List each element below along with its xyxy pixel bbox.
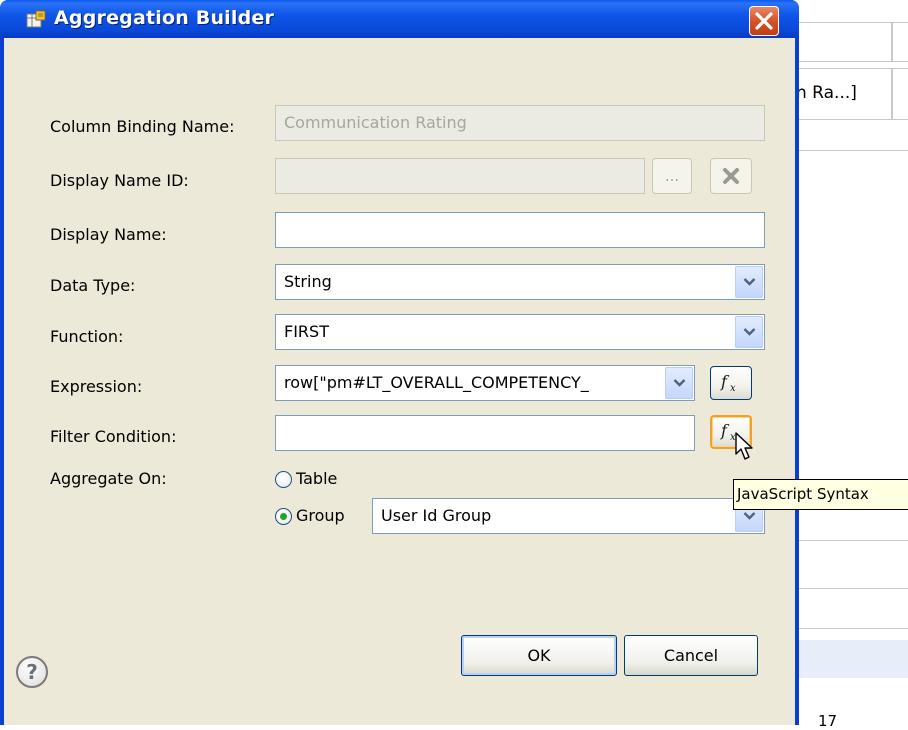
background-bottom-text: 17 <box>818 712 838 730</box>
aggregate-on-group-select[interactable]: User Id Group <box>372 498 765 534</box>
chevron-down-icon <box>743 278 756 286</box>
aggregate-on-group-radio[interactable] <box>275 508 292 525</box>
display-name-id-field <box>275 158 645 194</box>
data-type-dropdown-button[interactable] <box>735 266 763 298</box>
function-fx-icon: f x <box>720 372 736 394</box>
expression-combo[interactable]: row["pm#LT_OVERALL_COMPETENCY_ <box>275 365 695 401</box>
display-name-id-browse-button: ... <box>652 158 692 194</box>
function-select[interactable]: FIRST <box>275 314 765 350</box>
display-name-input[interactable] <box>275 212 765 248</box>
column-binding-name-field: Communication Rating <box>275 105 765 141</box>
function-label: Function: <box>50 327 124 346</box>
column-binding-name-label: Column Binding Name: <box>50 117 235 136</box>
chevron-down-icon <box>743 512 756 520</box>
svg-text:f: f <box>720 421 730 440</box>
background-cell <box>892 22 908 62</box>
x-icon <box>723 168 739 184</box>
mouse-cursor-icon <box>735 432 753 460</box>
background-divider <box>796 588 908 589</box>
dialog-client-area: Column Binding Name: Communication Ratin… <box>4 38 795 725</box>
data-type-label: Data Type: <box>50 276 136 295</box>
background-cell <box>796 22 892 62</box>
background-divider <box>796 540 908 541</box>
dialog-title: Aggregation Builder <box>54 7 275 29</box>
cancel-button[interactable]: Cancel <box>624 635 758 676</box>
aggregate-on-label: Aggregate On: <box>50 469 167 488</box>
svg-text:f: f <box>720 372 730 391</box>
expression-value: row["pm#LT_OVERALL_COMPETENCY_ <box>284 373 589 392</box>
aggregate-on-group-label[interactable]: Group <box>296 506 345 525</box>
aggregation-builder-dialog: Aggregation Builder Column Binding Name:… <box>0 0 799 725</box>
expression-label: Expression: <box>50 377 143 396</box>
chevron-down-icon <box>673 379 686 387</box>
filter-condition-label: Filter Condition: <box>50 427 177 446</box>
expression-builder-button[interactable]: f x <box>710 366 752 400</box>
display-name-id-label: Display Name ID: <box>50 171 189 190</box>
display-name-id-clear-button <box>710 158 752 194</box>
data-type-value: String <box>284 272 332 291</box>
group-select-value: User Id Group <box>381 506 492 525</box>
tooltip: JavaScript Syntax <box>733 479 908 510</box>
title-bar[interactable]: Aggregation Builder <box>0 0 799 38</box>
ok-button[interactable]: OK <box>461 635 617 676</box>
background-divider <box>796 150 908 151</box>
aggregation-icon <box>26 10 46 28</box>
aggregate-on-table-radio[interactable] <box>275 471 292 488</box>
svg-text:x: x <box>730 383 736 394</box>
function-value: FIRST <box>284 322 329 341</box>
close-button[interactable] <box>749 6 779 36</box>
display-name-label: Display Name: <box>50 225 167 244</box>
background-highlight-row <box>796 640 908 678</box>
background-divider <box>796 628 908 629</box>
background-cell <box>892 68 908 120</box>
radio-selected-dot <box>280 513 287 520</box>
background-cell-text: n Ra...] <box>796 83 857 103</box>
function-dropdown-button[interactable] <box>735 316 763 348</box>
chevron-down-icon <box>743 328 756 336</box>
expression-dropdown-button[interactable] <box>665 367 693 399</box>
aggregate-on-table-label[interactable]: Table <box>296 469 337 488</box>
filter-condition-input[interactable] <box>275 415 695 451</box>
data-type-select[interactable]: String <box>275 264 765 300</box>
close-icon <box>755 12 773 30</box>
browse-button-label: ... <box>664 167 680 185</box>
help-icon[interactable]: ? <box>16 656 48 688</box>
